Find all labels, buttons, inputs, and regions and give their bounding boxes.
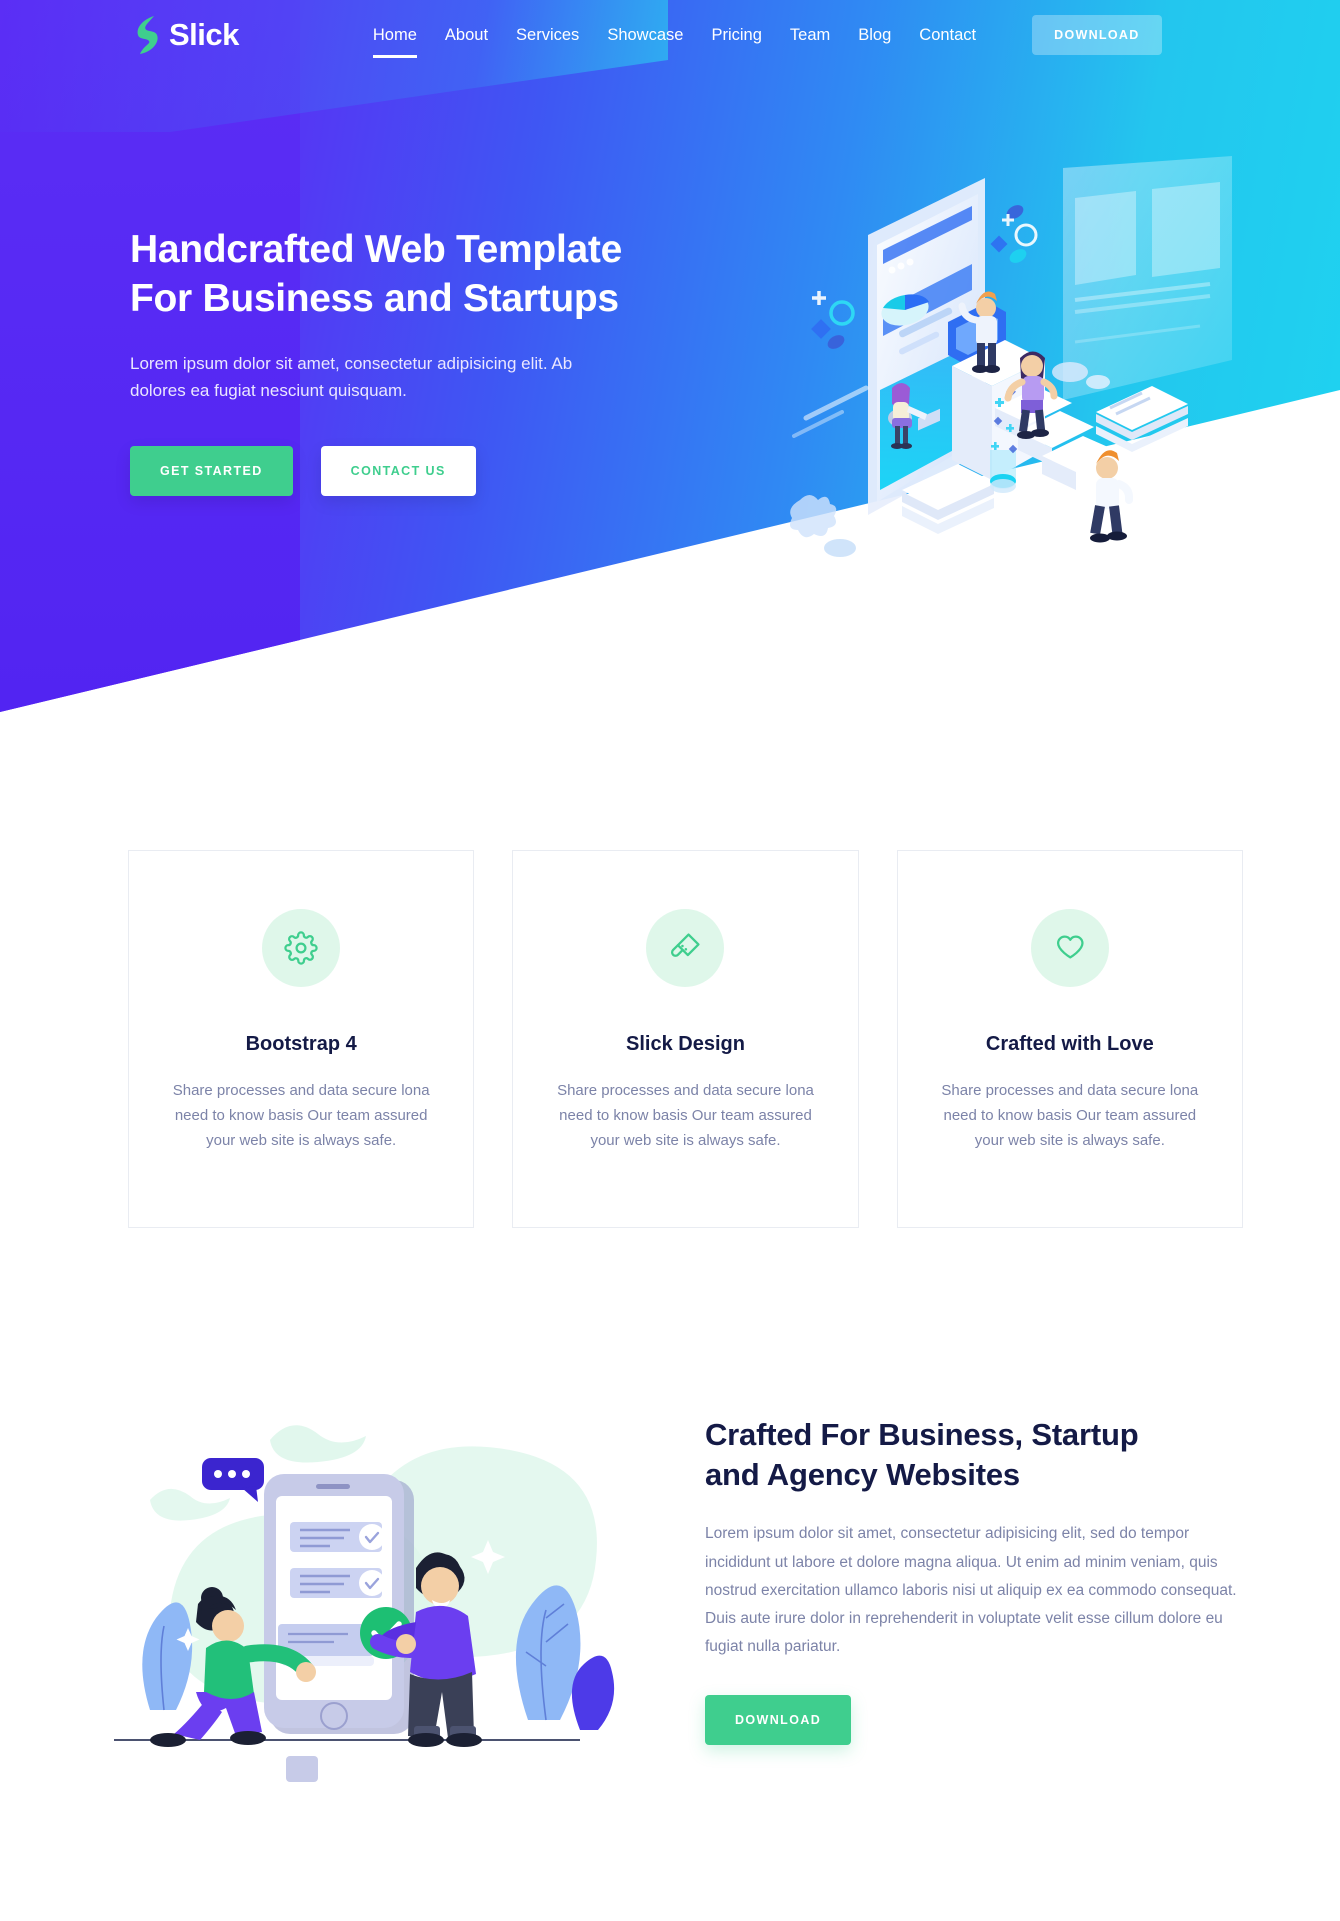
gear-icon-circle	[262, 909, 341, 987]
paper-stack-right	[1096, 386, 1188, 452]
heart-icon-circle	[1030, 909, 1109, 987]
nav-item-showcase[interactable]: Showcase	[593, 26, 697, 45]
nav-item-team[interactable]: Team	[776, 26, 844, 45]
crafted-download-button[interactable]: DOWNLOAD	[705, 1695, 852, 1746]
checklist-row-1	[290, 1522, 385, 1552]
slick-bolt-logo-icon	[130, 14, 164, 56]
gear-icon	[284, 931, 318, 965]
get-started-button[interactable]: GET STARTED	[130, 445, 293, 496]
hero-heading-line-1: Handcrafted Web Template	[130, 228, 622, 271]
crafted-section: Crafted For Business, Startup and Agency…	[0, 1395, 1340, 1815]
crafted-heading-line-1: Crafted For Business, Startup	[705, 1417, 1139, 1452]
crafted-heading: Crafted For Business, Startup and Agency…	[705, 1415, 1245, 1494]
features-section: Bootstrap 4 Share processes and data sec…	[128, 850, 1243, 1228]
site-header: Slick Home About Services Showcase Prici…	[0, 0, 1340, 70]
floor-block-decor	[286, 1756, 318, 1782]
nav-item-contact[interactable]: Contact	[905, 26, 990, 45]
floating-shapes-decor	[990, 205, 1038, 263]
nav-item-about[interactable]: About	[431, 26, 502, 45]
feature-card-title: Crafted with Love	[985, 1033, 1154, 1055]
floating-shapes-decor-left	[811, 291, 855, 349]
person-walking-orange-hair	[1090, 450, 1134, 543]
hero-button-group: GET STARTED CONTACT US	[130, 445, 690, 496]
mobile-phone-mockup	[264, 1474, 414, 1734]
hero-content: Handcrafted Web Template For Business an…	[130, 225, 690, 496]
brand-name: Slick	[169, 17, 239, 52]
nav-item-blog[interactable]: Blog	[844, 26, 905, 45]
paint-brush-icon	[671, 933, 701, 957]
chat-bubble-icon	[202, 1458, 264, 1502]
crafted-heading-line-2: and Agency Websites	[705, 1456, 1020, 1492]
contact-us-button[interactable]: CONTACT US	[320, 445, 476, 496]
feature-card-bootstrap: Bootstrap 4 Share processes and data sec…	[128, 850, 475, 1228]
hero-illustration	[780, 150, 1340, 610]
puzzle-piece-decor	[790, 495, 837, 538]
feature-card-text: Share processes and data secure lona nee…	[557, 1082, 814, 1150]
crafted-content: Crafted For Business, Startup and Agency…	[705, 1415, 1245, 1746]
header-download-button[interactable]: DOWNLOAD	[1032, 15, 1162, 55]
crafted-paragraph: Lorem ipsum dolor sit amet, consectetur …	[705, 1525, 1237, 1656]
crafted-illustration	[110, 1400, 650, 1800]
nav-item-home[interactable]: Home	[359, 26, 431, 58]
checklist-row-2	[290, 1568, 385, 1598]
brand-logo[interactable]: Slick	[130, 14, 239, 56]
feature-card-crafted-with-love: Crafted with Love Share processes and da…	[896, 850, 1243, 1228]
nav-item-services[interactable]: Services	[502, 26, 593, 45]
hero-paragraph: Lorem ipsum dolor sit amet, consectetur …	[130, 354, 573, 400]
feature-card-title: Bootstrap 4	[245, 1033, 357, 1055]
feature-card-text: Share processes and data secure lona nee…	[941, 1082, 1199, 1150]
heart-icon	[1056, 935, 1084, 959]
feature-card-title: Slick Design	[626, 1033, 745, 1055]
hero-section: Slick Home About Services Showcase Prici…	[0, 0, 1340, 720]
nav-item-pricing[interactable]: Pricing	[697, 26, 775, 45]
main-navigation: Home About Services Showcase Pricing Tea…	[359, 26, 990, 58]
ghost-browser-window	[1063, 156, 1232, 400]
feature-card-text: Share processes and data secure lona nee…	[172, 1082, 430, 1150]
plant-decor-left	[142, 1602, 193, 1711]
feature-card-slick-design: Slick Design Share processes and data se…	[512, 850, 859, 1228]
hero-heading-line-2: For Business and Startups	[130, 277, 619, 321]
paint-brush-icon-circle	[646, 909, 725, 987]
hero-heading: Handcrafted Web Template For Business an…	[130, 225, 690, 323]
